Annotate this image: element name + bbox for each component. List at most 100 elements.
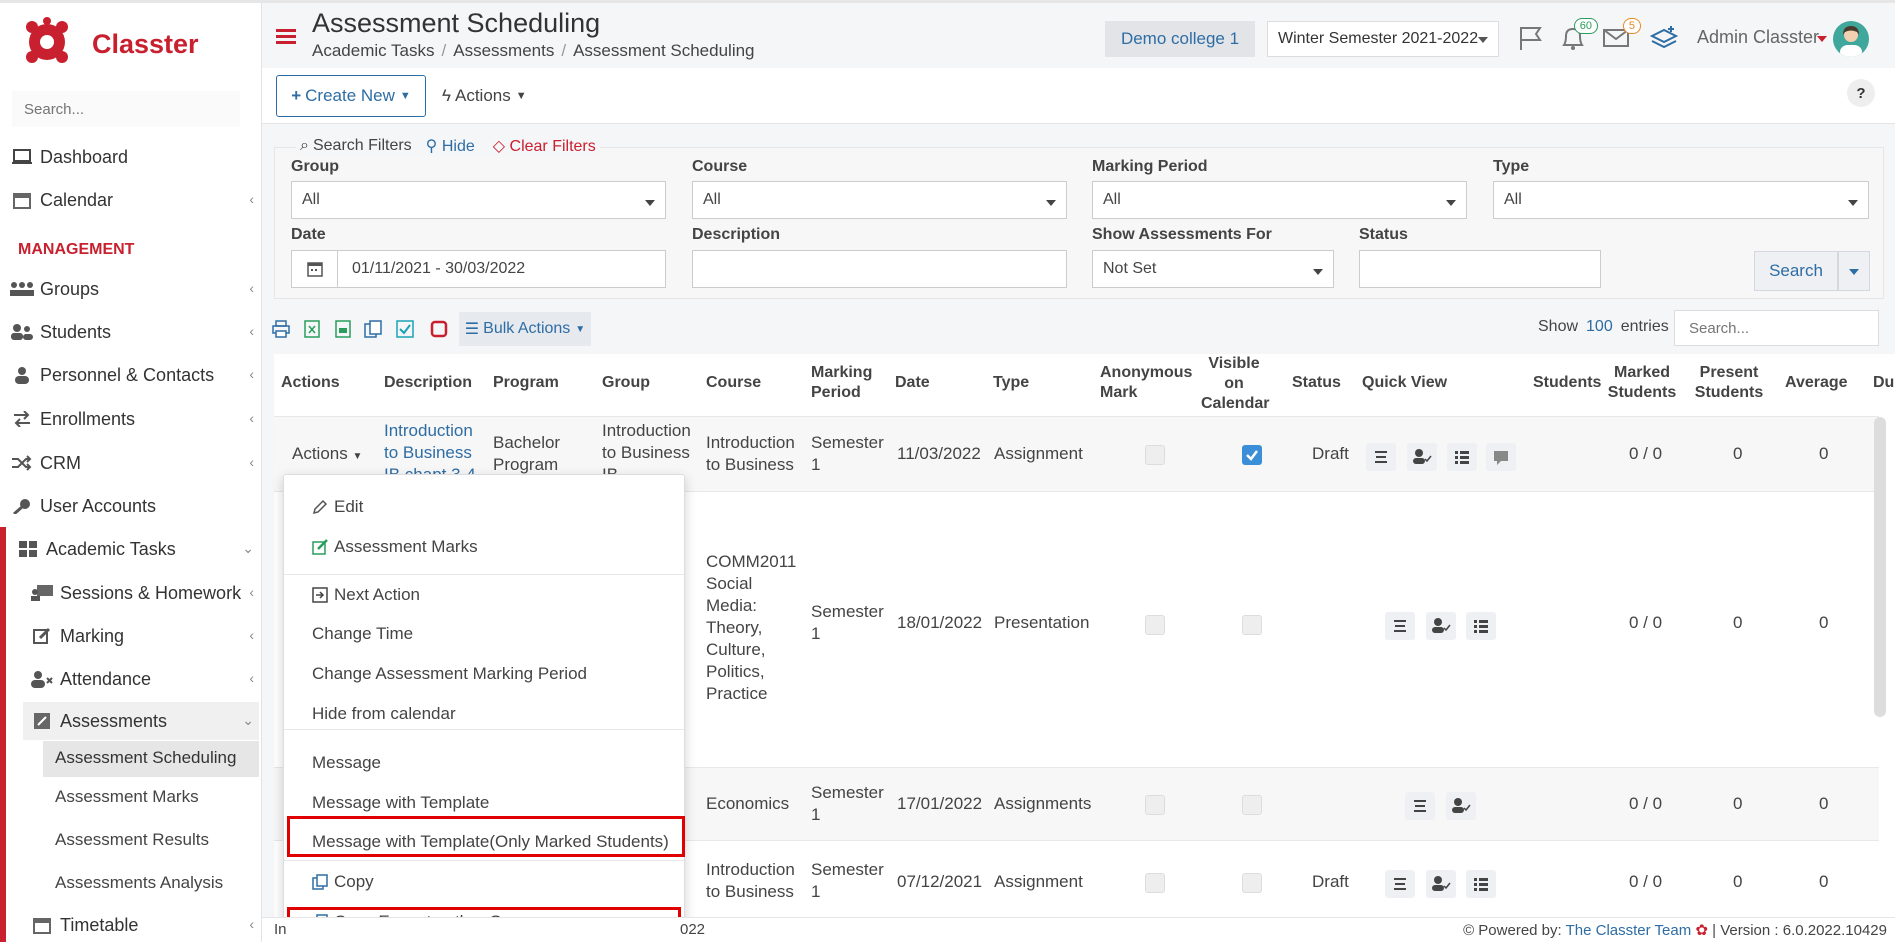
menu-item-copy[interactable]: Copy — [312, 872, 374, 892]
show-for-filter-select[interactable]: Not Set — [1092, 250, 1334, 288]
table-search-input[interactable] — [1674, 310, 1879, 346]
logo[interactable]: Classter — [22, 15, 199, 69]
sidebar-item-user-accounts[interactable]: User Accounts — [0, 488, 262, 524]
menu-item-edit[interactable]: Edit — [312, 497, 363, 517]
marking-period-filter-select[interactable]: All — [1092, 181, 1467, 219]
excel-icon[interactable] — [303, 320, 321, 338]
menu-toggle-icon[interactable] — [276, 29, 296, 45]
sidebar-subitem-assessment-scheduling[interactable]: Assessment Scheduling — [55, 748, 236, 768]
sidebar-subitem-assessment-marks[interactable]: Assessment Marks — [55, 787, 199, 807]
description-filter-input[interactable] — [692, 250, 1067, 288]
col-header-course[interactable]: Course — [706, 373, 761, 393]
col-header-type[interactable]: Type — [993, 373, 1029, 393]
col-header-actions[interactable]: Actions — [281, 373, 340, 393]
breadcrumb-item[interactable]: Assessments — [453, 41, 554, 60]
user-check-icon[interactable] — [1426, 612, 1456, 640]
semester-select[interactable]: Winter Semester 2021-2022 — [1267, 21, 1499, 57]
list-icon[interactable] — [1466, 870, 1496, 898]
user-check-icon[interactable] — [1446, 792, 1476, 820]
col-header-duration[interactable]: Du — [1873, 373, 1894, 393]
col-header-quick-view[interactable]: Quick View — [1362, 373, 1447, 393]
sidebar-item-academic-tasks[interactable]: Academic Tasks ⌄ — [0, 531, 262, 567]
csv-icon[interactable] — [334, 320, 352, 338]
sidebar-subitem-assessments-analysis[interactable]: Assessments Analysis — [55, 873, 223, 893]
menu-item-next-action[interactable]: Next Action — [312, 585, 420, 605]
actions-button[interactable]: ϟ Actions ▼ — [442, 75, 527, 117]
align-icon[interactable] — [1405, 792, 1435, 820]
col-header-program[interactable]: Program — [493, 373, 559, 393]
course-filter-select[interactable]: All — [692, 181, 1067, 219]
sidebar-item-calendar[interactable]: Calendar ‹ — [0, 182, 262, 218]
col-header-anonymous-mark[interactable]: Anonymous Mark — [1100, 363, 1192, 403]
create-new-button[interactable]: + Create New ▼ — [276, 75, 426, 117]
col-header-status[interactable]: Status — [1292, 373, 1341, 393]
user-name[interactable]: Admin Classter — [1697, 27, 1819, 48]
sidebar-item-attendance[interactable]: Attendance ‹ — [0, 661, 262, 697]
col-header-marking-period[interactable]: Marking Period — [811, 363, 872, 403]
type-filter-select[interactable]: All — [1493, 181, 1869, 219]
anonymous-mark-checkbox[interactable] — [1145, 445, 1165, 465]
college-selector[interactable]: Demo college 1 — [1105, 21, 1255, 57]
flag-icon[interactable] — [1516, 24, 1546, 52]
col-header-average[interactable]: Average — [1785, 373, 1848, 393]
align-icon[interactable] — [1385, 870, 1415, 898]
description-link[interactable]: Introduction to Business IB chapt 3-4 — [384, 420, 480, 480]
user-check-icon[interactable] — [1407, 443, 1437, 471]
user-check-icon[interactable] — [1426, 870, 1456, 898]
col-header-students[interactable]: Students — [1533, 373, 1601, 393]
sidebar-item-enrollments[interactable]: Enrollments ‹ — [0, 401, 262, 437]
row-actions-button[interactable]: Actions ▼ — [292, 443, 362, 468]
sidebar-item-personnel[interactable]: Personnel & Contacts ‹ — [0, 357, 262, 393]
caret-down-icon[interactable] — [1817, 36, 1827, 42]
col-header-marked-students[interactable]: Marked Students — [1607, 363, 1677, 403]
bell-icon[interactable]: 60 — [1558, 18, 1598, 52]
align-icon[interactable] — [1385, 612, 1415, 640]
print-icon[interactable] — [272, 320, 290, 338]
col-header-date[interactable]: Date — [895, 373, 930, 393]
sidebar-item-timetable[interactable]: Timetable ‹ — [0, 907, 262, 942]
sidebar-subitem-assessment-results[interactable]: Assessment Results — [55, 830, 209, 850]
col-header-description[interactable]: Description — [384, 373, 472, 393]
sidebar-item-groups[interactable]: Groups ‹ — [0, 271, 262, 307]
list-icon[interactable] — [1447, 443, 1477, 471]
hide-filters-link[interactable]: ⚲ Hide — [426, 136, 475, 156]
visible-on-calendar-checkbox[interactable] — [1242, 795, 1262, 815]
bulk-actions-button[interactable]: ☰ Bulk Actions ▼ — [459, 312, 591, 346]
group-filter-select[interactable]: All — [291, 181, 666, 219]
sidebar-item-students[interactable]: Students ‹ — [0, 314, 262, 350]
align-icon[interactable] — [1366, 443, 1396, 471]
help-button[interactable]: ? — [1847, 79, 1875, 107]
comment-icon[interactable] — [1486, 443, 1516, 471]
list-icon[interactable] — [1466, 612, 1496, 640]
sidebar-item-sessions-homework[interactable]: Sessions & Homework ‹ — [0, 575, 262, 611]
menu-item-change-time[interactable]: Change Time — [312, 624, 413, 644]
mail-icon[interactable]: 5 — [1601, 18, 1641, 52]
menu-item-assessment-marks[interactable]: Assessment Marks — [312, 537, 478, 557]
stop-icon[interactable] — [430, 320, 448, 338]
anonymous-mark-checkbox[interactable] — [1145, 795, 1165, 815]
clear-filters-link[interactable]: ◇ Clear Filters — [493, 136, 596, 156]
check-square-icon[interactable] — [396, 320, 414, 338]
sidebar-item-dashboard[interactable]: Dashboard — [0, 139, 262, 175]
date-filter-input[interactable]: 01/11/2021 - 30/03/2022 — [291, 250, 666, 288]
copy-icon[interactable] — [364, 320, 382, 338]
menu-item-message[interactable]: Message — [312, 753, 381, 773]
col-header-group[interactable]: Group — [602, 373, 650, 393]
search-options-toggle[interactable] — [1838, 251, 1870, 291]
status-filter-input[interactable] — [1359, 250, 1601, 288]
visible-on-calendar-checkbox[interactable] — [1242, 615, 1262, 635]
anonymous-mark-checkbox[interactable] — [1145, 873, 1165, 893]
menu-item-change-marking-period[interactable]: Change Assessment Marking Period — [312, 664, 587, 684]
menu-item-hide-from-calendar[interactable]: Hide from calendar — [312, 704, 456, 724]
sidebar-item-marking[interactable]: Marking ‹ — [0, 618, 262, 654]
search-button[interactable]: Search — [1754, 251, 1838, 291]
col-header-visible-on-calendar[interactable]: Visible on Calendar — [1201, 354, 1269, 414]
visible-on-calendar-checkbox[interactable] — [1242, 445, 1262, 465]
layers-icon[interactable] — [1649, 24, 1679, 52]
menu-item-message-with-template[interactable]: Message with Template — [312, 793, 489, 813]
sidebar-search-input[interactable] — [12, 91, 240, 127]
col-header-present-students[interactable]: Present Students — [1694, 363, 1764, 403]
visible-on-calendar-checkbox[interactable] — [1242, 873, 1262, 893]
anonymous-mark-checkbox[interactable] — [1145, 615, 1165, 635]
table-scrollbar[interactable] — [1874, 417, 1886, 717]
